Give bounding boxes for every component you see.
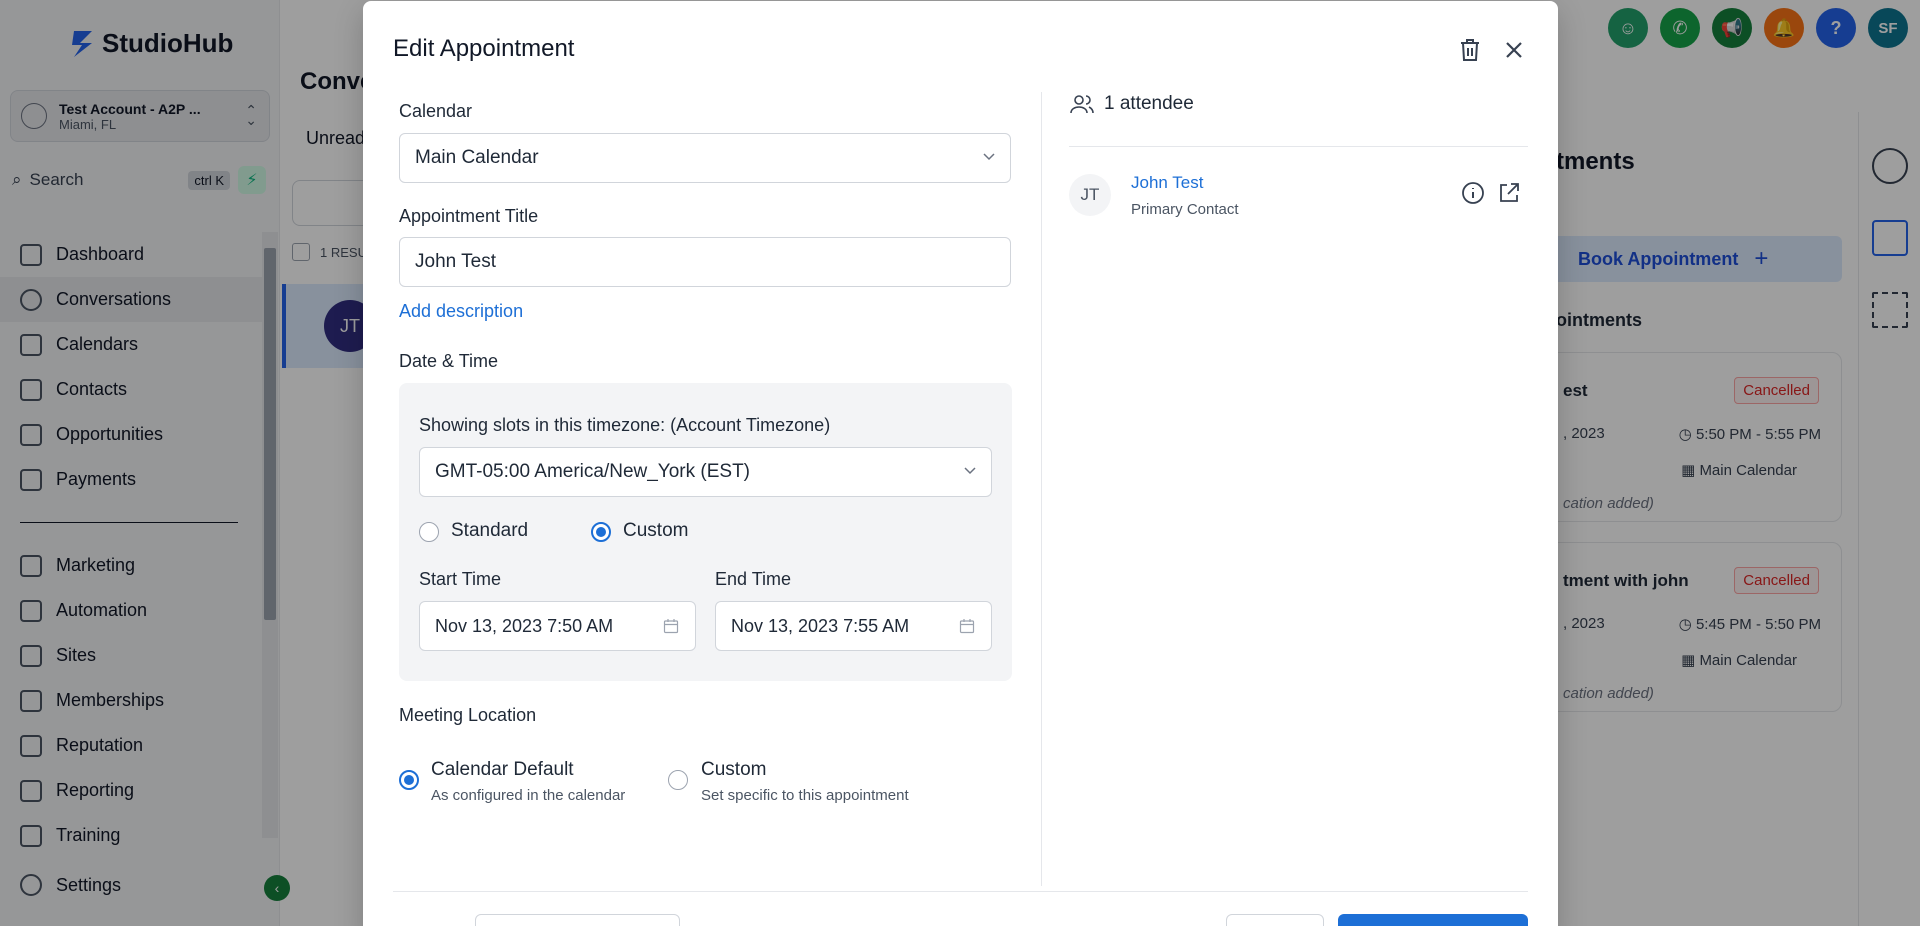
appointment-title-input[interactable]: John Test [399,237,1011,287]
end-time-input[interactable]: Nov 13, 2023 7:55 AM [715,601,992,651]
chevron-down-icon [983,153,995,161]
datetime-label: Date & Time [399,351,499,371]
start-time-value: Nov 13, 2023 7:50 AM [435,615,614,636]
calendar-icon [959,619,975,634]
start-time-label: Start Time [419,569,502,589]
standard-radio[interactable] [419,522,439,542]
attendee-divider [1069,146,1528,147]
secondary-footer-button[interactable] [475,914,680,926]
footer-divider [393,891,1528,892]
attendee-count: 1 attendee [1104,93,1194,114]
edit-appointment-modal: Edit Appointment Calendar Main Calendar … [363,1,1558,926]
custom-location-label[interactable]: Custom [701,759,766,781]
calendar-select[interactable]: Main Calendar [399,133,1011,183]
avatar: JT [1069,174,1111,216]
end-time-value: Nov 13, 2023 7:55 AM [731,615,910,636]
appointment-title-value: John Test [415,251,496,272]
start-time-input[interactable]: Nov 13, 2023 7:50 AM [419,601,696,651]
calendar-select-value: Main Calendar [415,147,539,168]
attendee-info-button[interactable] [1459,179,1487,207]
cancel-button[interactable] [1226,914,1324,926]
appointment-title-label: Appointment Title [399,206,539,226]
add-description-link[interactable]: Add description [399,301,523,322]
end-time-label: End Time [715,569,792,589]
attendee-header: 1 attendee [1070,93,1194,115]
calendar-label: Calendar [399,101,473,121]
chevron-down-icon [964,467,976,475]
meeting-location-label: Meeting Location [399,705,537,725]
timezone-value: GMT-05:00 America/New_York (EST) [435,461,751,482]
close-button[interactable] [1500,36,1528,64]
attendee-name-link[interactable]: John Test [1131,173,1203,193]
modal-title: Edit Appointment [393,35,575,62]
attendee-role: Primary Contact [1131,201,1239,218]
timezone-select[interactable]: GMT-05:00 America/New_York (EST) [419,447,992,497]
timezone-label: Showing slots in this timezone: (Account… [419,415,831,435]
custom-location-radio[interactable] [668,770,688,790]
calendar-icon [663,619,679,634]
calendar-default-sub: As configured in the calendar [431,787,626,804]
custom-location-sub: Set specific to this appointment [701,787,909,804]
attendee-open-button[interactable] [1495,179,1523,207]
custom-radio[interactable] [591,522,611,542]
save-button[interactable] [1338,914,1528,926]
users-icon [1070,95,1094,114]
external-link-icon [1500,183,1519,202]
custom-radio-label[interactable]: Custom [623,520,688,542]
standard-radio-label[interactable]: Standard [451,520,528,542]
calendar-default-radio[interactable] [399,770,419,790]
close-icon [1506,42,1522,58]
trash-icon [1461,39,1479,61]
calendar-default-label[interactable]: Calendar Default [431,759,574,781]
datetime-section: Showing slots in this timezone: (Account… [399,383,1012,681]
delete-button[interactable] [1456,36,1484,64]
info-icon [1462,182,1484,204]
column-divider [1041,92,1042,886]
